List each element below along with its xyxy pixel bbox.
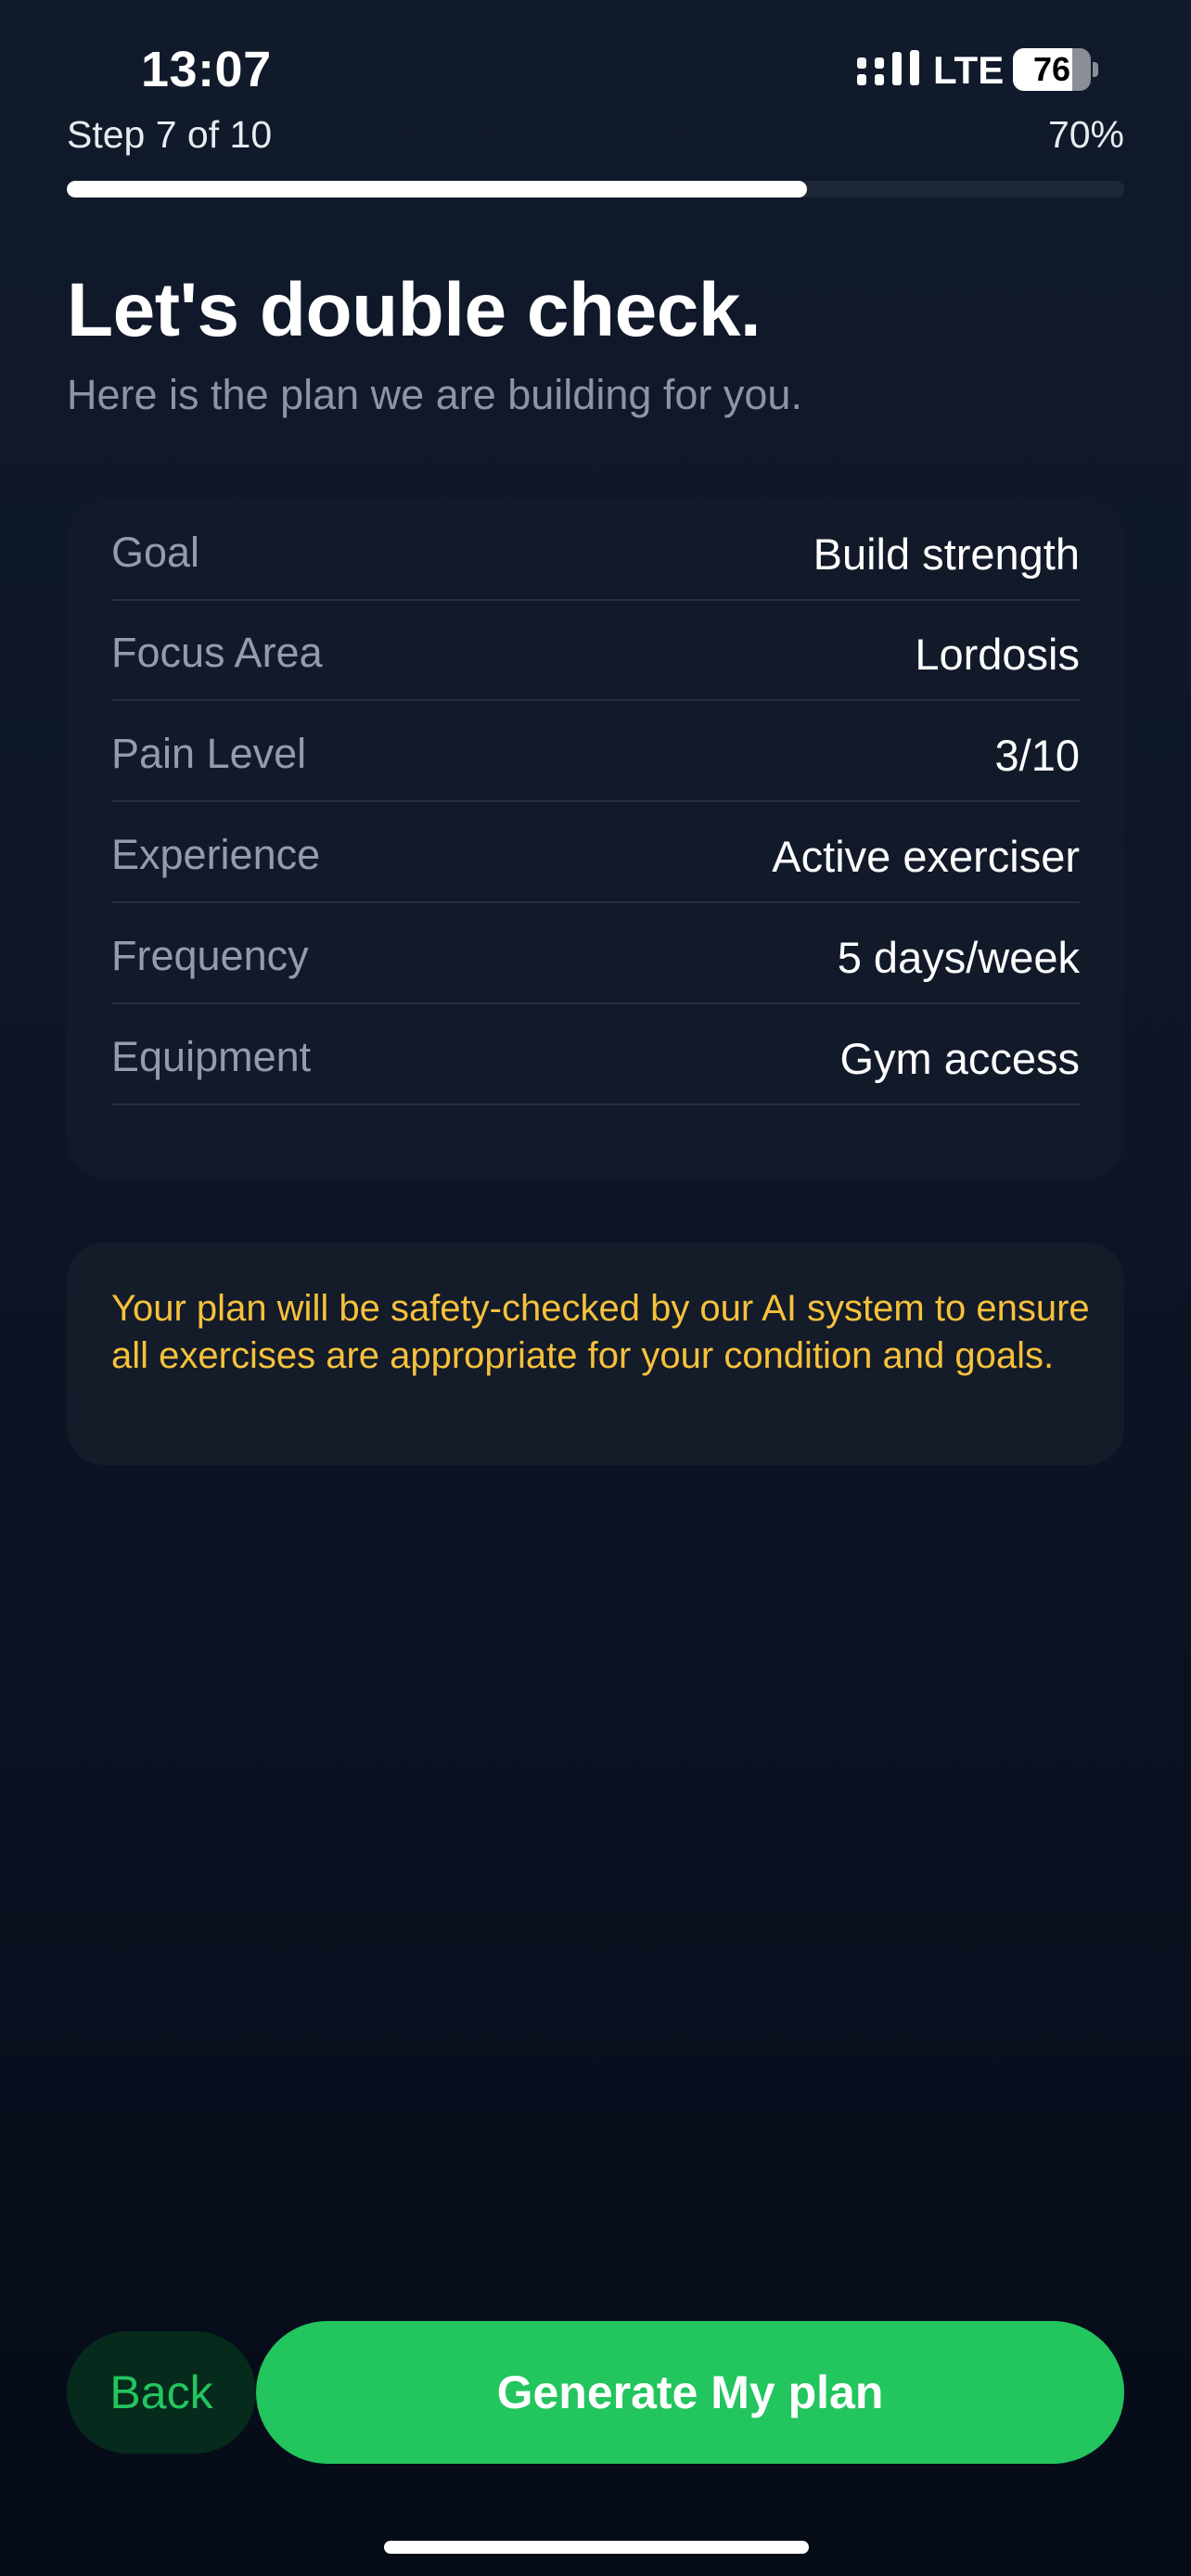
row-value: Build strength (813, 529, 1080, 579)
battery-icon: 76 (1013, 48, 1098, 91)
signal-bars-icon (857, 50, 919, 85)
safety-notice-card: Your plan will be safety-checked by our … (67, 1243, 1124, 1465)
summary-row-focus-area: Focus Area Lordosis (111, 601, 1080, 701)
row-value: Gym access (839, 1034, 1080, 1083)
progress-bar (67, 181, 1124, 198)
status-bar: 13:07 LTE 76 (0, 0, 1191, 111)
row-label: Equipment (111, 1033, 312, 1080)
row-label: Experience (111, 831, 321, 878)
step-label: Step 7 of 10 (67, 113, 273, 156)
progress-fill (67, 181, 807, 198)
safety-notice-text: Your plan will be safety-checked by our … (111, 1288, 1090, 1376)
status-time: 13:07 (141, 42, 272, 97)
summary-row-frequency: Frequency 5 days/week (111, 904, 1080, 1004)
page-title: Let's double check. (67, 268, 762, 352)
back-button[interactable]: Back (67, 2331, 256, 2454)
plan-summary-card: Goal Build strength Focus Area Lordosis … (67, 501, 1124, 1178)
row-label: Pain Level (111, 730, 307, 777)
row-value: Active exerciser (772, 832, 1080, 881)
row-value: 5 days/week (837, 933, 1080, 982)
network-label: LTE (933, 48, 1005, 92)
summary-row-pain-level: Pain Level 3/10 (111, 702, 1080, 802)
generate-plan-button[interactable]: Generate My plan (256, 2321, 1124, 2464)
summary-row-experience: Experience Active exerciser (111, 803, 1080, 903)
home-indicator[interactable] (384, 2541, 809, 2554)
row-value: Lordosis (915, 630, 1080, 679)
progress-percent: 70% (1047, 113, 1124, 156)
row-value: 3/10 (994, 731, 1080, 780)
summary-row-equipment: Equipment Gym access (111, 1005, 1080, 1105)
page-subtitle: Here is the plan we are building for you… (67, 371, 802, 418)
row-label: Frequency (111, 932, 309, 979)
summary-row-goal: Goal Build strength (111, 501, 1080, 601)
row-label: Goal (111, 529, 200, 576)
battery-level: 76 (1032, 50, 1071, 88)
row-label: Focus Area (111, 629, 323, 676)
